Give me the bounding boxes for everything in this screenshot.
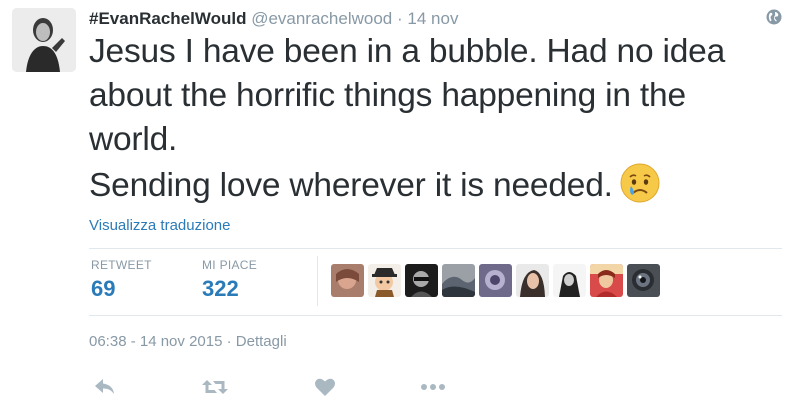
liker-avatar[interactable] [331, 264, 364, 297]
tweet-text: Jesus I have been in a bubble. Had no id… [89, 30, 789, 208]
liker-avatar[interactable] [627, 264, 660, 297]
liker-avatar[interactable] [590, 264, 623, 297]
liker-avatar[interactable] [479, 264, 512, 297]
crying-face-emoji-icon [619, 162, 661, 204]
tweet-line: world. [89, 121, 178, 158]
tweet-line: about the horrific things happening in t… [89, 77, 686, 114]
tweet-line-last: Sending love wherever it is needed. [89, 162, 789, 208]
stats-separator [317, 256, 318, 306]
tweet-line: Jesus I have been in a bubble. Had no id… [89, 33, 726, 70]
details-link[interactable]: Dettagli [236, 333, 287, 350]
liker-avatar[interactable] [553, 264, 586, 297]
profile-avatar[interactable] [12, 8, 76, 72]
translate-link[interactable]: Visualizza traduzione [89, 217, 230, 234]
retweet-icon[interactable] [201, 376, 229, 400]
timestamp: 06:38 - 14 nov 2015 [89, 333, 223, 350]
retweet-label: RETWEET [91, 258, 152, 272]
heart-icon[interactable] [314, 376, 336, 400]
meta-separator: · [226, 333, 232, 350]
liker-avatar[interactable] [516, 264, 549, 297]
like-label: MI PIACE [202, 258, 258, 272]
reply-icon[interactable] [93, 376, 117, 400]
like-count[interactable]: 322 [202, 276, 257, 302]
more-icon[interactable] [420, 376, 446, 400]
tweet-line-text: Sending love wherever it is needed. [89, 167, 613, 204]
liker-avatar[interactable] [368, 264, 401, 297]
screen-name[interactable]: @evanrachelwood [251, 9, 392, 28]
retweet-count[interactable]: 69 [91, 276, 152, 302]
divider [89, 248, 782, 249]
divider [89, 315, 782, 316]
header-separator: · [397, 9, 403, 28]
tweet-header: #EvanRachelWould @evanrachelwood · 14 no… [89, 9, 458, 29]
tweet-meta: 06:38 - 14 nov 2015 · Dettagli [89, 333, 287, 350]
like-stat[interactable]: MI PIACE 322 [202, 258, 257, 302]
tweet-time[interactable]: 14 nov [407, 9, 458, 28]
globe-icon [765, 8, 783, 26]
liker-avatar[interactable] [405, 264, 438, 297]
liker-avatars [331, 264, 660, 297]
liker-avatar[interactable] [442, 264, 475, 297]
retweet-stat[interactable]: RETWEET 69 [91, 258, 152, 302]
display-name[interactable]: #EvanRachelWould [89, 9, 246, 28]
